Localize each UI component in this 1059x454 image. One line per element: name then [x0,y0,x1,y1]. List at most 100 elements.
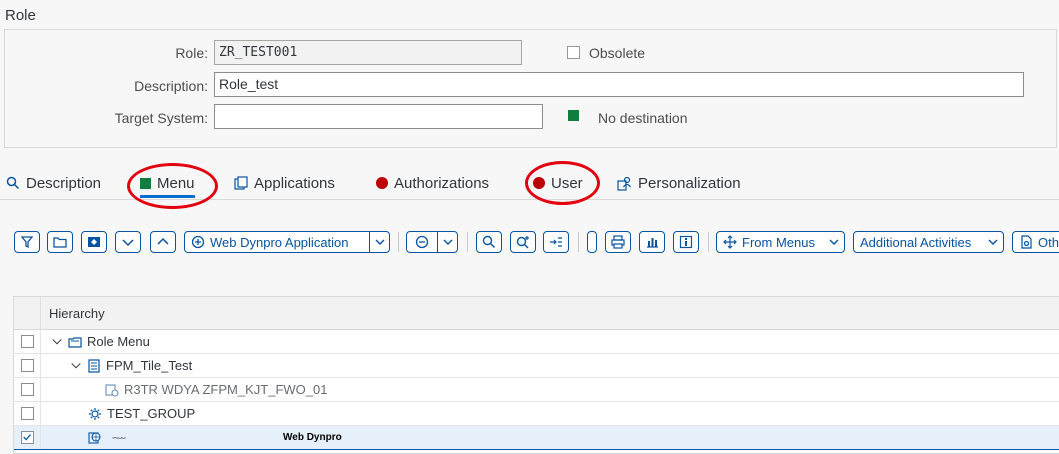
row-checkbox-checked[interactable] [21,431,34,444]
chart-button[interactable] [639,231,665,253]
tab-applications[interactable]: Applications [234,172,335,194]
web-application-icon [105,383,119,397]
tab-applications-label: Applications [254,174,335,192]
red-status-icon [533,177,545,189]
target-system-field[interactable] [214,104,543,129]
from-menus-label: From Menus [742,234,815,250]
search-icon [482,235,495,248]
filter-button[interactable] [14,231,40,253]
chevron-down-icon [122,239,134,247]
chevron-down-icon[interactable] [70,359,82,373]
web-dynpro-icon [88,432,101,444]
obsolete-label: Obsolete [589,45,646,61]
chevron-up-icon [157,237,169,245]
move-down-button[interactable] [115,231,141,253]
other-icon [1021,235,1032,249]
applications-icon [234,176,248,190]
tab-description-label: Description [26,174,102,192]
role-label: Role: [175,45,208,61]
expand-icon [550,237,562,247]
web-dynpro-application-button[interactable]: Web Dynpro Application [184,231,390,253]
tab-personalization-label: Personalization [638,174,741,192]
small-button[interactable] [587,231,597,253]
move-up-button[interactable] [150,231,176,253]
row-type-label: Web Dynpro [283,431,342,443]
page-title: Role [5,7,36,24]
tab-user[interactable]: User [533,172,583,194]
chevron-down-icon[interactable] [51,335,63,349]
destination-status-icon [568,110,579,121]
toolbar-separator [708,232,709,252]
red-status-icon [376,177,388,189]
description-label: Description: [134,78,208,94]
search-icon [6,176,20,190]
checkmark-icon [23,434,31,441]
transaction-button[interactable] [81,231,107,253]
table-row[interactable]: R3TR WDYA ZFPM_KJT_FWO_01 [14,378,1059,402]
tab-description[interactable]: Description [6,172,101,194]
redacted-scribble [112,431,264,443]
search-next-button[interactable] [510,231,536,253]
target-system-label: Target System: [114,110,208,126]
row-checkbox[interactable] [21,407,34,420]
tab-user-label: User [551,174,583,192]
remove-button[interactable] [406,231,458,253]
hierarchy-tree-table: Hierarchy Role Menu FPM_Tile_Test R3TR W… [13,296,1059,454]
row-checkbox[interactable] [21,335,34,348]
row-checkbox[interactable] [21,383,34,396]
personalization-icon [617,176,631,191]
tab-authorizations-label: Authorizations [394,174,490,192]
chevron-down-icon[interactable] [369,232,389,252]
table-row[interactable]: TEST_GROUP [14,402,1059,426]
toolbar-separator [578,232,579,252]
row-label: R3TR WDYA ZFPM_KJT_FWO_01 [124,382,328,397]
other-button[interactable]: Oth [1012,231,1059,253]
tree-header: Hierarchy [14,297,1059,330]
row-label: Role Menu [87,334,150,349]
chevron-down-icon [983,235,1003,249]
select-all-column[interactable] [14,297,41,330]
group-gear-icon [89,407,101,420]
menu-transfer-icon [723,235,737,249]
search-button[interactable] [476,231,502,253]
print-button[interactable] [605,231,631,253]
transaction-icon [88,237,100,247]
folder-button[interactable] [47,231,73,253]
info-button[interactable] [673,231,699,253]
tab-menu[interactable]: Menu [140,172,195,198]
from-menus-button[interactable]: From Menus [716,231,845,253]
toolbar-separator [467,232,468,252]
table-row[interactable]: Role Menu [14,330,1059,354]
description-field[interactable]: Role_test [214,72,1024,97]
remove-circle-icon [407,235,437,249]
obsolete-checkbox[interactable] [567,46,580,59]
table-row-selected[interactable]: Web Dynpro [14,426,1059,450]
table-row[interactable]: FPM_Tile_Test [14,354,1059,378]
folder-icon [53,237,67,248]
bar-chart-icon [647,238,658,248]
menu-toolbar: Web Dynpro Application From Menus Additi… [14,231,1059,254]
row-label: FPM_Tile_Test [106,358,193,373]
hierarchy-column-header: Hierarchy [49,306,105,321]
toolbar-separator [398,232,399,252]
info-icon [679,235,693,249]
add-circle-icon [191,235,205,249]
additional-activities-label: Additional Activities [860,234,972,250]
tab-menu-label: Menu [157,175,195,192]
tab-authorizations[interactable]: Authorizations [376,172,489,194]
chevron-down-icon [824,235,844,249]
search-plus-icon [516,236,529,249]
chevron-down-icon[interactable] [437,232,457,252]
tab-personalization[interactable]: Personalization [617,172,741,194]
tab-bar: Description Menu Applications Authorizat… [0,166,1059,200]
additional-activities-button[interactable]: Additional Activities [853,231,1004,253]
destination-status-text: No destination [598,110,688,126]
role-field[interactable]: ZR_TEST001 [214,40,522,65]
expand-all-button[interactable] [543,231,569,253]
row-label: TEST_GROUP [107,406,196,421]
role-folder-icon [68,336,82,348]
web-dynpro-application-label: Web Dynpro Application [210,234,349,250]
print-icon [611,235,625,249]
other-label: Oth [1038,234,1059,250]
row-checkbox[interactable] [21,359,34,372]
